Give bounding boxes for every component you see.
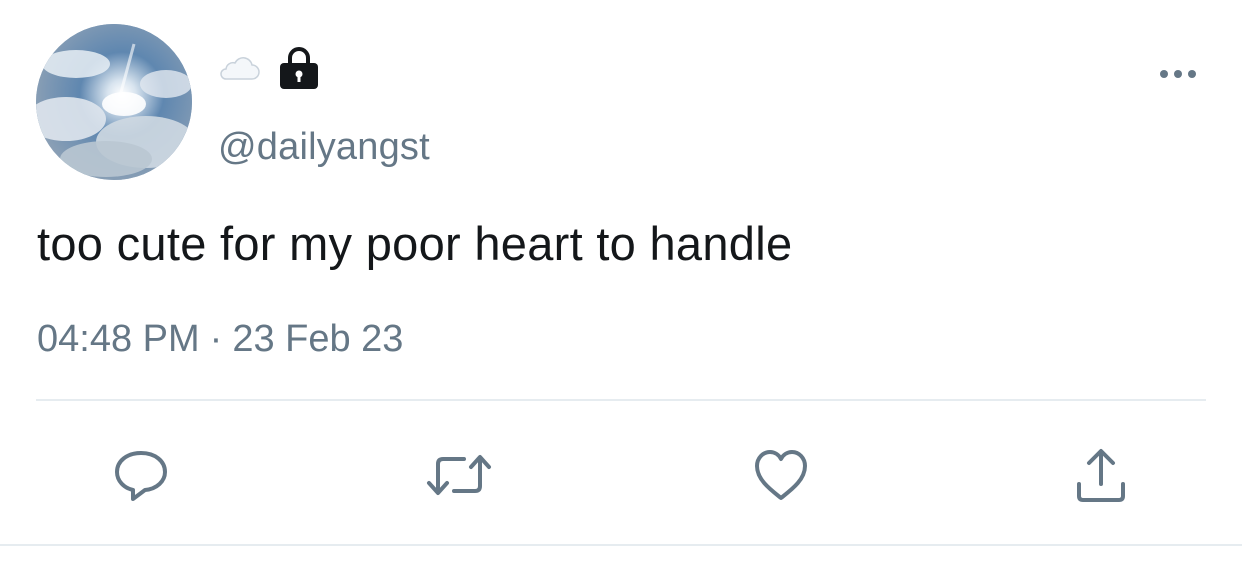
- display-name[interactable]: [218, 46, 320, 95]
- reply-icon: [115, 451, 167, 501]
- tweet-date: 23 Feb 23: [232, 318, 404, 360]
- tweet-time: 04:48 PM: [37, 318, 200, 360]
- tweet-actions-bar: [0, 440, 1242, 510]
- user-handle[interactable]: @dailyangst: [218, 126, 430, 169]
- divider: [36, 399, 1206, 401]
- avatar[interactable]: [36, 24, 192, 180]
- timestamp-separator: ·: [209, 318, 223, 360]
- share-button[interactable]: [1066, 440, 1136, 510]
- reply-button[interactable]: [106, 440, 176, 510]
- retweet-button[interactable]: [424, 440, 494, 510]
- more-options-icon[interactable]: [1158, 64, 1198, 84]
- avatar-sky-image: [36, 24, 192, 180]
- share-icon: [1077, 449, 1125, 502]
- tweet-timestamp[interactable]: 04:48 PM · 23 Feb 23: [37, 318, 403, 361]
- retweet-icon: [427, 455, 491, 495]
- bottom-divider: [0, 544, 1242, 546]
- cloud-icon: [218, 55, 260, 86]
- like-button[interactable]: [746, 440, 816, 510]
- lock-icon: [278, 46, 320, 95]
- like-icon: [755, 450, 807, 500]
- tweet-text: too cute for my poor heart to handle: [37, 217, 793, 270]
